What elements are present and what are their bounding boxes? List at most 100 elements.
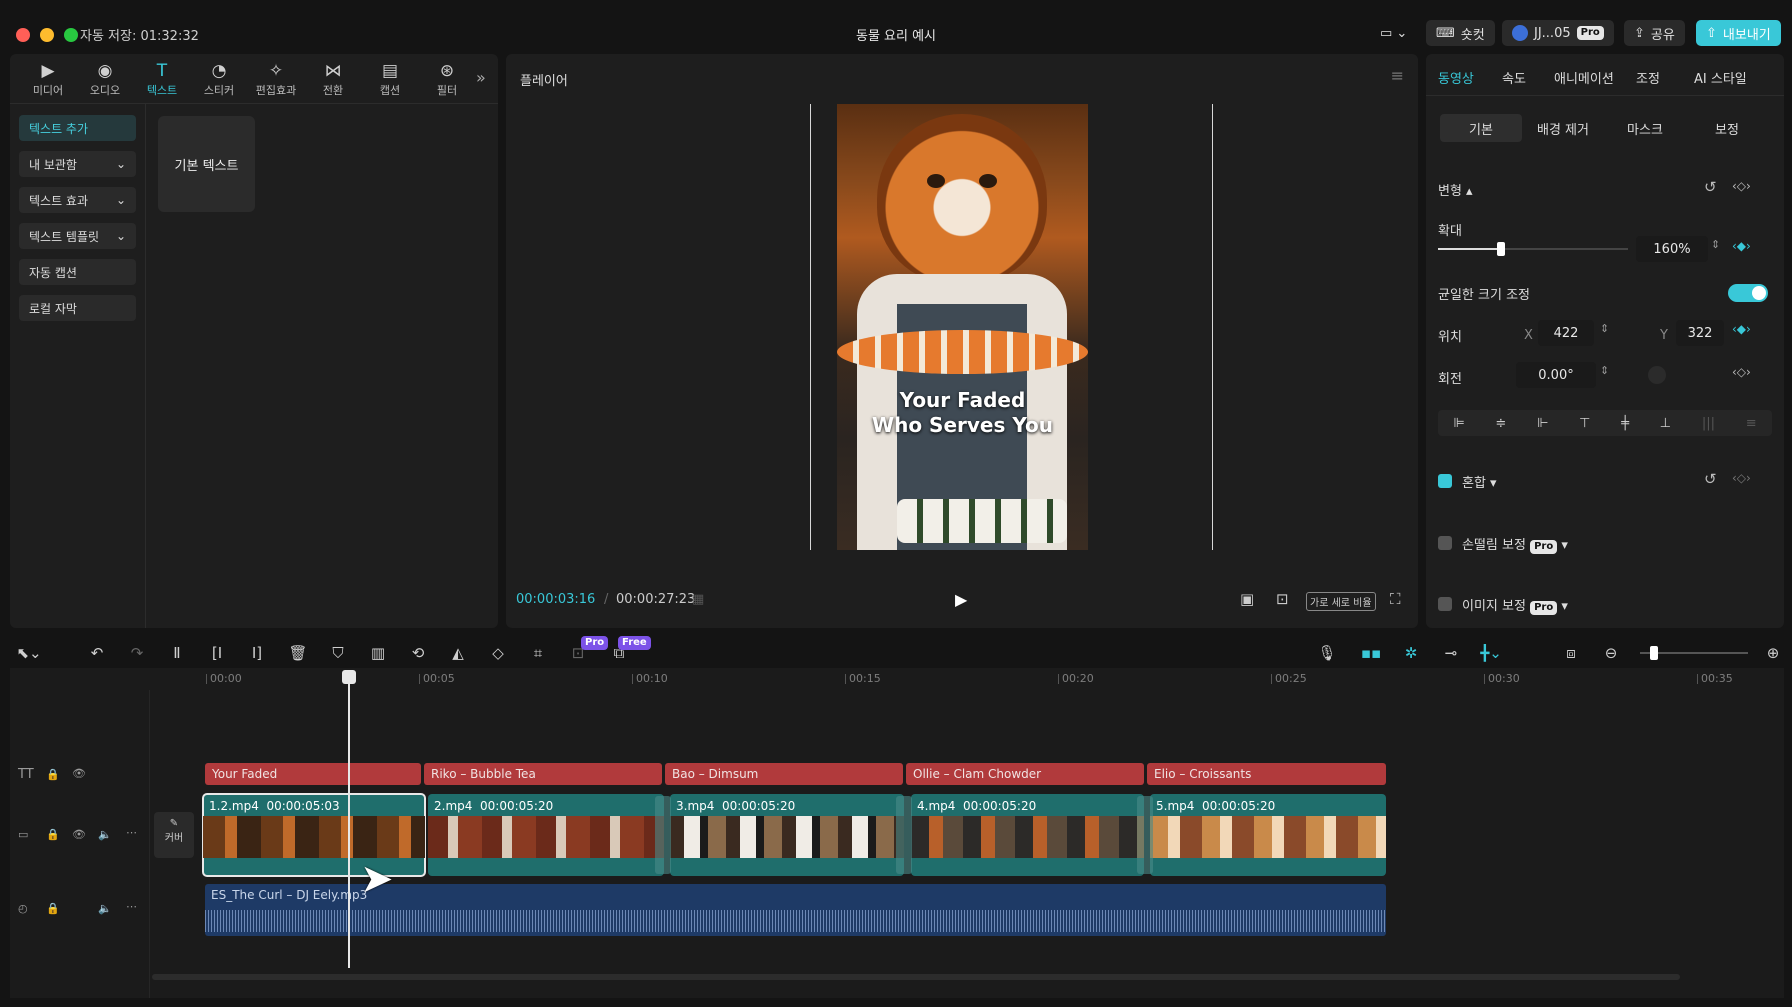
fullscreen-icon[interactable]: ⛶	[1390, 590, 1401, 608]
blend-checkbox[interactable]	[1438, 474, 1452, 488]
reset-icon[interactable]: ↺	[1704, 178, 1717, 196]
more-tools-icon[interactable]: »	[476, 68, 486, 87]
tab-effects[interactable]: ✧ 편집효과	[250, 60, 302, 100]
link-icon[interactable]: ⊸	[1440, 642, 1462, 664]
eye-icon[interactable]: 👁	[72, 828, 86, 841]
zoom-slider[interactable]	[1640, 646, 1748, 660]
menu-text-templates[interactable]: 텍스트 템플릿 ⌄	[19, 223, 136, 249]
tab-media[interactable]: ▶ 미디어	[22, 60, 74, 100]
text-clip[interactable]: Ollie – Clam Chowder	[906, 763, 1144, 785]
fullscreen-preview-icon[interactable]: ▣	[1240, 590, 1254, 608]
preview-axis-icon[interactable]: ╋⌄	[1480, 642, 1502, 664]
screenshot-icon[interactable]: ⊡	[1276, 590, 1289, 608]
tab-caption[interactable]: ▤ 캡션	[364, 60, 416, 100]
blend-label[interactable]: 혼합 ▾	[1462, 472, 1497, 491]
reverse-icon[interactable]: ⟲	[407, 642, 429, 664]
split-icon[interactable]: Ⅱ	[166, 642, 188, 664]
lock-icon[interactable]: 🔒	[46, 828, 60, 841]
text-clip[interactable]: Bao – Dimsum	[665, 763, 903, 785]
aspect-ratio-button[interactable]: 가로 세로 비율	[1306, 592, 1376, 611]
align-center-h-icon[interactable]: ≑	[1495, 416, 1506, 431]
split-left-icon[interactable]: [Ⅰ	[206, 642, 228, 664]
menu-auto-caption[interactable]: 자동 캡션	[19, 259, 136, 285]
more-icon[interactable]: ⋯	[126, 900, 137, 913]
video-preview[interactable]: Your Faded Who Serves You	[837, 104, 1088, 550]
more-icon[interactable]: ⋯	[126, 826, 137, 839]
stabilize-checkbox[interactable]	[1438, 536, 1452, 550]
tab-speed[interactable]: 속도	[1502, 68, 1526, 87]
menu-local-subtitle[interactable]: 로컬 자막	[19, 295, 136, 321]
stabilize-label[interactable]: 손떨림 보정 Pro ▾	[1462, 534, 1568, 554]
subtab-basic[interactable]: 기본	[1440, 114, 1522, 142]
keyframe-active-icon[interactable]: ‹◆›	[1732, 239, 1751, 253]
crop-icon[interactable]: ⌗	[527, 642, 549, 664]
fit-icon[interactable]: ⧈	[1560, 642, 1582, 664]
rotate-icon[interactable]: ◇	[487, 642, 509, 664]
transition-marker[interactable]	[1137, 796, 1153, 874]
link-main-track-icon[interactable]: ▪▪	[1360, 642, 1382, 664]
reset-icon[interactable]: ↺	[1704, 470, 1717, 488]
lock-icon[interactable]: 🔒	[46, 902, 60, 915]
align-bottom-icon[interactable]: ⊥	[1660, 416, 1671, 431]
image-enhance-label[interactable]: 이미지 보정 Pro ▾	[1462, 595, 1568, 615]
tab-audio[interactable]: ◉ 오디오	[79, 60, 131, 100]
menu-add-text[interactable]: 텍스트 추가	[19, 115, 136, 141]
align-center-v-icon[interactable]: ╪	[1621, 416, 1629, 431]
video-clip[interactable]: 3.mp4 00:00:05:20	[670, 794, 904, 876]
video-clip[interactable]: 5.mp4 00:00:05:20	[1150, 794, 1386, 876]
position-y-input[interactable]: 322	[1676, 320, 1724, 346]
x-stepper-icon[interactable]: ⇕	[1600, 322, 1609, 335]
undo-icon[interactable]: ↶	[86, 642, 108, 664]
split-right-icon[interactable]: Ⅰ]	[246, 642, 268, 664]
tab-text[interactable]: T 텍스트	[136, 60, 188, 100]
magnet-icon[interactable]: ✲	[1400, 642, 1422, 664]
tab-ai-style[interactable]: AI 스타일	[1694, 68, 1747, 87]
align-right-icon[interactable]: ⊩	[1537, 416, 1548, 431]
subtab-mask[interactable]: 마스크	[1604, 114, 1686, 142]
zoom-slider-knob[interactable]	[1650, 646, 1658, 660]
transform-header[interactable]: 변형 ▴	[1438, 180, 1473, 199]
playhead[interactable]	[348, 670, 350, 968]
mute-icon[interactable]: 🔈	[98, 902, 112, 915]
uniform-scale-toggle[interactable]	[1728, 284, 1768, 302]
layout-button[interactable]: ▭ ⌄	[1376, 20, 1411, 46]
text-clip[interactable]: Riko – Bubble Tea	[424, 763, 662, 785]
position-x-input[interactable]: 422	[1538, 320, 1594, 346]
scale-slider-track[interactable]	[1438, 242, 1628, 256]
keyframe-icon[interactable]: ‹◇›	[1732, 365, 1751, 379]
tab-animation[interactable]: 애니메이션	[1554, 68, 1614, 87]
align-top-icon[interactable]: ⊤	[1579, 416, 1590, 431]
tab-video[interactable]: 동영상	[1438, 68, 1474, 87]
share-button[interactable]: ⇪ 공유	[1624, 20, 1685, 46]
menu-text-effects[interactable]: 텍스트 효과 ⌄	[19, 187, 136, 213]
playhead-handle[interactable]	[342, 670, 356, 684]
grid-icon[interactable]: ▦	[692, 592, 704, 607]
account-button[interactable]: JJ...05 Pro	[1502, 20, 1614, 46]
shortcut-button[interactable]: ⌨ 숏컷	[1426, 20, 1495, 46]
tab-adjust[interactable]: 조정	[1636, 68, 1660, 87]
scale-input[interactable]: 160%	[1636, 236, 1708, 262]
transition-marker[interactable]	[896, 796, 912, 874]
tab-sticker[interactable]: ◔ 스티커	[193, 60, 245, 100]
select-tool-icon[interactable]: ⬉⌄	[16, 642, 41, 664]
cover-button[interactable]: ✎ 커버	[154, 812, 194, 858]
timeline-scrollbar[interactable]	[152, 974, 1680, 980]
subtab-remove-bg[interactable]: 배경 제거	[1522, 114, 1604, 142]
lock-icon[interactable]: 🔒	[46, 768, 60, 781]
marker-icon[interactable]: ⛉	[327, 642, 349, 664]
keyframe-icon[interactable]: ‹◆›	[1732, 322, 1751, 336]
transition-marker[interactable]	[655, 796, 671, 874]
subtab-correction[interactable]: 보정	[1686, 114, 1768, 142]
tab-transition[interactable]: ⋈ 전환	[307, 60, 359, 100]
freeze-icon[interactable]: ▥	[367, 642, 389, 664]
distribute-h-icon[interactable]: |||	[1702, 416, 1715, 431]
video-clip[interactable]: 4.mp4 00:00:05:20	[911, 794, 1144, 876]
keyframe-icon[interactable]: ‹◇›	[1732, 179, 1751, 193]
rotation-dial[interactable]	[1648, 366, 1666, 384]
image-enhance-checkbox[interactable]	[1438, 597, 1452, 611]
video-clip[interactable]: 2.mp4 00:00:05:20	[428, 794, 664, 876]
default-text-card[interactable]: 기본 텍스트	[158, 116, 255, 212]
scale-slider-knob[interactable]	[1496, 242, 1505, 256]
text-clip[interactable]: Elio – Croissants	[1147, 763, 1386, 785]
zoom-in-icon[interactable]: ⊕	[1762, 642, 1784, 664]
